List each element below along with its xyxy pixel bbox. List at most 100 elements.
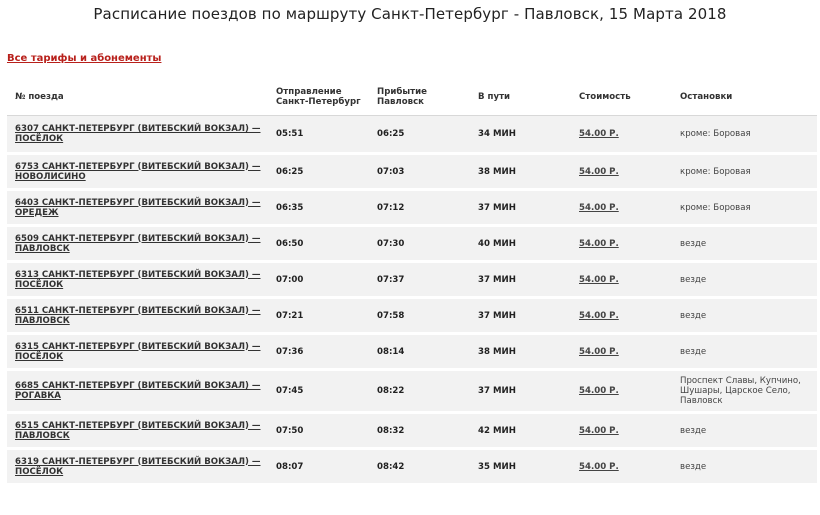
duration-cell: 42 МИН [470,412,571,450]
travel-duration: 35 МИН [478,461,516,472]
arrival-time: 07:58 [377,310,405,321]
stops-cell: везде [672,448,817,486]
arrival-time: 08:22 [377,386,405,396]
train-cell: 6403 САНКТ-ПЕТЕРБУРГ (ВИТЕБСКИЙ ВОКЗАЛ) … [7,189,268,227]
header-arrival-line2: Павловск [377,97,424,107]
train-cell: 6515 САНКТ-ПЕТЕРБУРГ (ВИТЕБСКИЙ ВОКЗАЛ) … [7,412,268,450]
price-cell: 54.00 Р. [571,153,672,191]
price-cell: 54.00 Р. [571,189,672,227]
arrival-cell: 08:42 [369,448,470,486]
arrival-time: 07:03 [377,166,405,177]
price-link[interactable]: 54.00 Р. [579,347,619,357]
train-link[interactable]: 6753 САНКТ-ПЕТЕРБУРГ (ВИТЕБСКИЙ ВОКЗАЛ) … [15,162,261,182]
stops-text: везде [680,238,707,249]
price-link[interactable]: 54.00 Р. [579,386,619,396]
train-link-line2[interactable]: НОВОЛИСИНО [15,172,86,182]
train-link[interactable]: 6319 САНКТ-ПЕТЕРБУРГ (ВИТЕБСКИЙ ВОКЗАЛ) … [15,457,261,477]
header-duration-label: В пути [478,92,511,102]
price-link[interactable]: 54.00 Р. [579,239,619,249]
departure-cell: 06:25 [268,153,369,191]
train-link-line1[interactable]: 6313 САНКТ-ПЕТЕРБУРГ (ВИТЕБСКИЙ ВОКЗАЛ) … [15,270,261,280]
stops-cell: Проспект Славы, Купчино, Шушары, Царское… [672,369,817,414]
train-link-line2[interactable]: ПАВЛОВСК [15,316,70,326]
train-link-line1[interactable]: 6403 САНКТ-ПЕТЕРБУРГ (ВИТЕБСКИЙ ВОКЗАЛ) … [15,198,261,208]
price-link[interactable]: 54.00 Р. [579,311,619,321]
train-link-line2[interactable]: ПОСЁЛОК [15,134,63,144]
stops-cell: везде [672,297,817,335]
train-link[interactable]: 6307 САНКТ-ПЕТЕРБУРГ (ВИТЕБСКИЙ ВОКЗАЛ) … [15,124,261,144]
header-price: Стоимость [571,79,672,116]
header-stops: Остановки [672,79,817,116]
table-header-row: № поезда Отправление Санкт-Петербург Приб… [7,79,817,116]
travel-duration: 34 МИН [478,129,516,139]
departure-time: 07:45 [276,386,304,396]
departure-cell: 06:50 [268,225,369,263]
train-link-line2[interactable]: ПАВЛОВСК [15,244,70,254]
train-link[interactable]: 6509 САНКТ-ПЕТЕРБУРГ (ВИТЕБСКИЙ ВОКЗАЛ) … [15,234,261,254]
header-train-label: № поезда [15,92,64,102]
duration-cell: 38 МИН [470,333,571,371]
train-link-line2[interactable]: ОРЕДЕЖ [15,208,59,218]
train-link-line1[interactable]: 6307 САНКТ-ПЕТЕРБУРГ (ВИТЕБСКИЙ ВОКЗАЛ) … [15,124,261,134]
duration-cell: 34 МИН [470,115,571,155]
train-link[interactable]: 6515 САНКТ-ПЕТЕРБУРГ (ВИТЕБСКИЙ ВОКЗАЛ) … [15,421,261,441]
train-link-line1[interactable]: 6753 САНКТ-ПЕТЕРБУРГ (ВИТЕБСКИЙ ВОКЗАЛ) … [15,162,261,172]
train-link[interactable]: 6511 САНКТ-ПЕТЕРБУРГ (ВИТЕБСКИЙ ВОКЗАЛ) … [15,306,261,326]
train-link[interactable]: 6403 САНКТ-ПЕТЕРБУРГ (ВИТЕБСКИЙ ВОКЗАЛ) … [15,198,261,218]
header-price-label: Стоимость [579,92,631,102]
departure-time: 08:07 [276,461,304,472]
train-link-line2[interactable]: ПАВЛОВСК [15,431,70,441]
arrival-time: 07:30 [377,238,405,249]
price-link[interactable]: 54.00 Р. [579,426,619,436]
schedule-table: № поезда Отправление Санкт-Петербург Приб… [7,79,817,486]
train-link-line2[interactable]: ПОСЁЛОК [15,467,63,477]
train-link-line1[interactable]: 6319 САНКТ-ПЕТЕРБУРГ (ВИТЕБСКИЙ ВОКЗАЛ) … [15,457,261,467]
table-row: 6685 САНКТ-ПЕТЕРБУРГ (ВИТЕБСКИЙ ВОКЗАЛ) … [7,369,817,414]
price-cell: 54.00 Р. [571,333,672,371]
train-cell: 6313 САНКТ-ПЕТЕРБУРГ (ВИТЕБСКИЙ ВОКЗАЛ) … [7,261,268,299]
travel-duration: 40 МИН [478,238,516,249]
train-cell: 6685 САНКТ-ПЕТЕРБУРГ (ВИТЕБСКИЙ ВОКЗАЛ) … [7,369,268,414]
travel-duration: 37 МИН [478,386,516,396]
price-link[interactable]: 54.00 Р. [579,129,619,139]
train-link[interactable]: 6685 САНКТ-ПЕТЕРБУРГ (ВИТЕБСКИЙ ВОКЗАЛ) … [15,381,261,401]
stops-cell: везде [672,333,817,371]
arrival-cell: 07:37 [369,261,470,299]
train-link-line2[interactable]: ПОСЁЛОК [15,352,63,362]
stops-text: везде [680,346,707,357]
stops-cell: кроме: Боровая [672,115,817,155]
departure-cell: 07:00 [268,261,369,299]
price-link[interactable]: 54.00 Р. [579,167,619,177]
train-link-line2[interactable]: РОГАВКА [15,391,61,401]
price-cell: 54.00 Р. [571,225,672,263]
train-link-line1[interactable]: 6511 САНКТ-ПЕТЕРБУРГ (ВИТЕБСКИЙ ВОКЗАЛ) … [15,306,261,316]
stops-text: везде [680,425,707,436]
arrival-time: 08:14 [377,346,405,357]
table-row: 6319 САНКТ-ПЕТЕРБУРГ (ВИТЕБСКИЙ ВОКЗАЛ) … [7,448,817,486]
departure-time: 06:50 [276,238,304,249]
departure-time: 07:00 [276,274,304,285]
departure-time: 07:36 [276,346,304,357]
price-link[interactable]: 54.00 Р. [579,462,619,472]
header-departure-line2: Санкт-Петербург [276,97,361,107]
train-link-line1[interactable]: 6509 САНКТ-ПЕТЕРБУРГ (ВИТЕБСКИЙ ВОКЗАЛ) … [15,234,261,244]
departure-time: 07:21 [276,310,304,321]
price-link[interactable]: 54.00 Р. [579,203,619,213]
train-link-line1[interactable]: 6315 САНКТ-ПЕТЕРБУРГ (ВИТЕБСКИЙ ВОКЗАЛ) … [15,342,261,352]
stops-cell: везде [672,225,817,263]
stops-text: везде [680,461,707,472]
duration-cell: 37 МИН [470,189,571,227]
train-link[interactable]: 6313 САНКТ-ПЕТЕРБУРГ (ВИТЕБСКИЙ ВОКЗАЛ) … [15,270,261,290]
train-link-line2[interactable]: ПОСЁЛОК [15,280,63,290]
price-link[interactable]: 54.00 Р. [579,275,619,285]
train-link-line1[interactable]: 6685 САНКТ-ПЕТЕРБУРГ (ВИТЕБСКИЙ ВОКЗАЛ) … [15,381,261,391]
header-duration: В пути [470,79,571,116]
header-train: № поезда [7,79,268,116]
duration-cell: 37 МИН [470,369,571,414]
all-fares-link[interactable]: Все тарифы и абонементы [7,53,161,64]
departure-time: 07:50 [276,425,304,436]
train-cell: 6753 САНКТ-ПЕТЕРБУРГ (ВИТЕБСКИЙ ВОКЗАЛ) … [7,153,268,191]
train-cell: 6315 САНКТ-ПЕТЕРБУРГ (ВИТЕБСКИЙ ВОКЗАЛ) … [7,333,268,371]
train-link-line1[interactable]: 6515 САНКТ-ПЕТЕРБУРГ (ВИТЕБСКИЙ ВОКЗАЛ) … [15,421,261,431]
train-link[interactable]: 6315 САНКТ-ПЕТЕРБУРГ (ВИТЕБСКИЙ ВОКЗАЛ) … [15,342,261,362]
